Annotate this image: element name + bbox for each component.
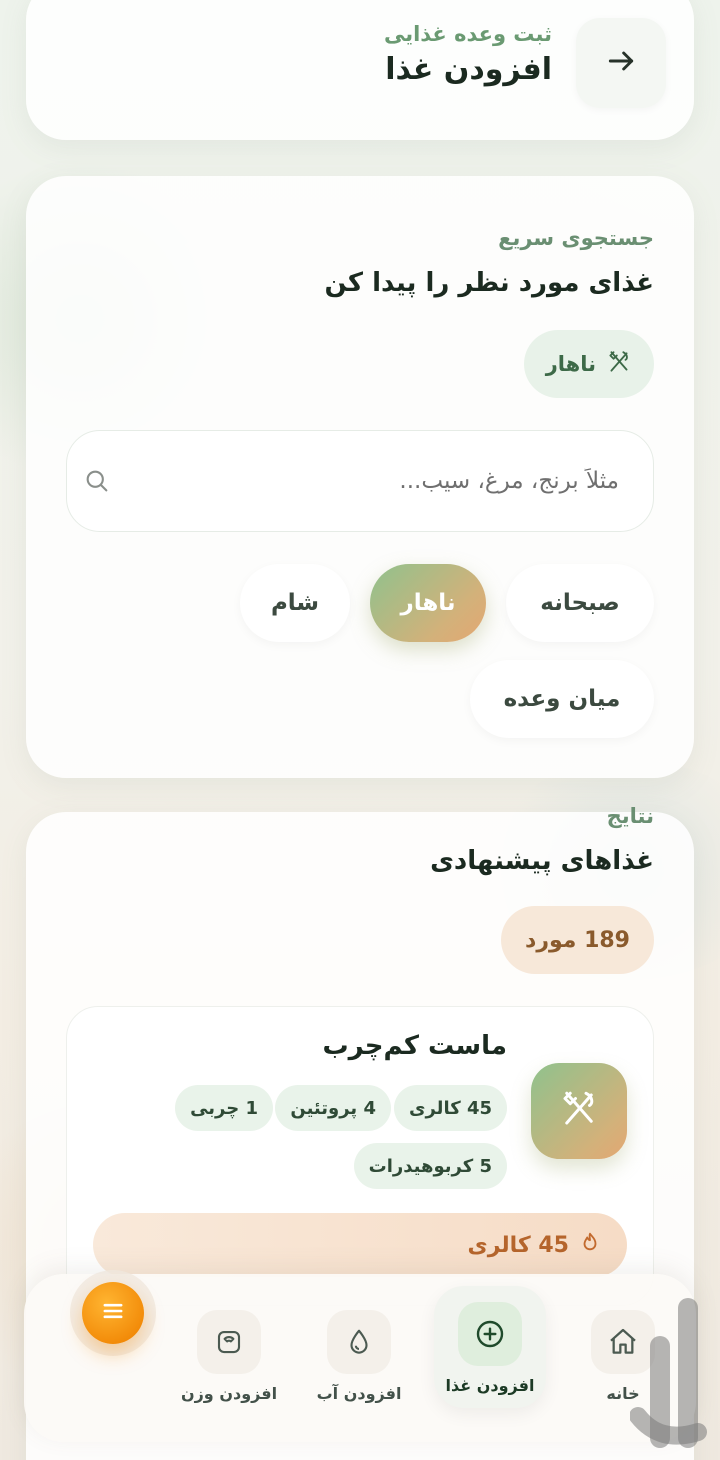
nav-item-add-food[interactable]: افزودن غذا: [434, 1286, 546, 1408]
search-box[interactable]: [66, 430, 654, 532]
search-input[interactable]: [111, 468, 625, 494]
nav-item-add-water[interactable]: افزودن آب: [304, 1310, 414, 1403]
selected-meal-label: ناهار: [545, 352, 596, 376]
nutrient-calories-tag: 45 کالری: [393, 1085, 507, 1131]
nav-label-add-weight: افزودن وزن: [180, 1384, 278, 1403]
page-title: افزودن غذا: [385, 52, 552, 87]
food-item-card[interactable]: ماست کم‌چرب 45 کالری 4 پروتئین 1 چربی 5 …: [66, 1006, 654, 1306]
store-watermark-logo: [629, 1294, 708, 1452]
nav-label-add-food: افزودن غذا: [445, 1376, 535, 1395]
header-subtitle: ثبت وعده غذایی: [383, 22, 552, 46]
search-icon: [83, 467, 111, 495]
chip-snack[interactable]: میان وعده: [470, 660, 654, 738]
calorie-bar: 45 کالری: [93, 1213, 627, 1277]
food-name: ماست کم‌چرب: [322, 1031, 507, 1061]
chip-breakfast[interactable]: صبحانه: [506, 564, 654, 642]
menu-button[interactable]: [82, 1282, 144, 1344]
search-card: جستجوی سریع غذای مورد نظر را پیدا کن ناه…: [26, 176, 694, 778]
nav-label-add-water: افزودن آب: [316, 1384, 402, 1403]
plus-circle-icon: [458, 1302, 522, 1366]
calorie-value: 45 کالری: [467, 1232, 569, 1258]
arrow-right-icon: [605, 45, 637, 81]
search-kicker: جستجوی سریع: [498, 226, 654, 250]
utensils-icon: [558, 1088, 600, 1134]
bottom-nav: خانه افزودن غذا افزودن آب افزودن وزن: [24, 1274, 696, 1442]
nutrient-carbs-tag: 5 کربوهیدرات: [353, 1143, 507, 1189]
menu-icon: [99, 1297, 127, 1329]
search-title: غذای مورد نظر را پیدا کن: [324, 268, 654, 298]
nav-item-add-weight[interactable]: افزودن وزن: [174, 1310, 284, 1403]
nutrient-fat-tag: 1 چربی: [175, 1085, 273, 1131]
food-icon-tile: [531, 1063, 627, 1159]
selected-meal-badge: ناهار: [523, 330, 654, 398]
back-button[interactable]: [576, 18, 666, 108]
chip-dinner[interactable]: شام: [240, 564, 350, 642]
header-card: ثبت وعده غذایی افزودن غذا: [26, 0, 694, 140]
water-drop-icon: [327, 1310, 391, 1374]
flame-icon: [579, 1231, 601, 1259]
nutrient-protein-tag: 4 پروتئین: [275, 1085, 391, 1131]
utensils-icon: [606, 349, 632, 380]
scale-icon: [197, 1310, 261, 1374]
suggestions-title: غذاهای پیشنهادی: [430, 846, 654, 876]
suggestions-kicker: نتایج: [606, 804, 654, 828]
chip-lunch[interactable]: ناهار: [370, 564, 486, 642]
result-count-badge: 189 مورد: [501, 906, 654, 974]
